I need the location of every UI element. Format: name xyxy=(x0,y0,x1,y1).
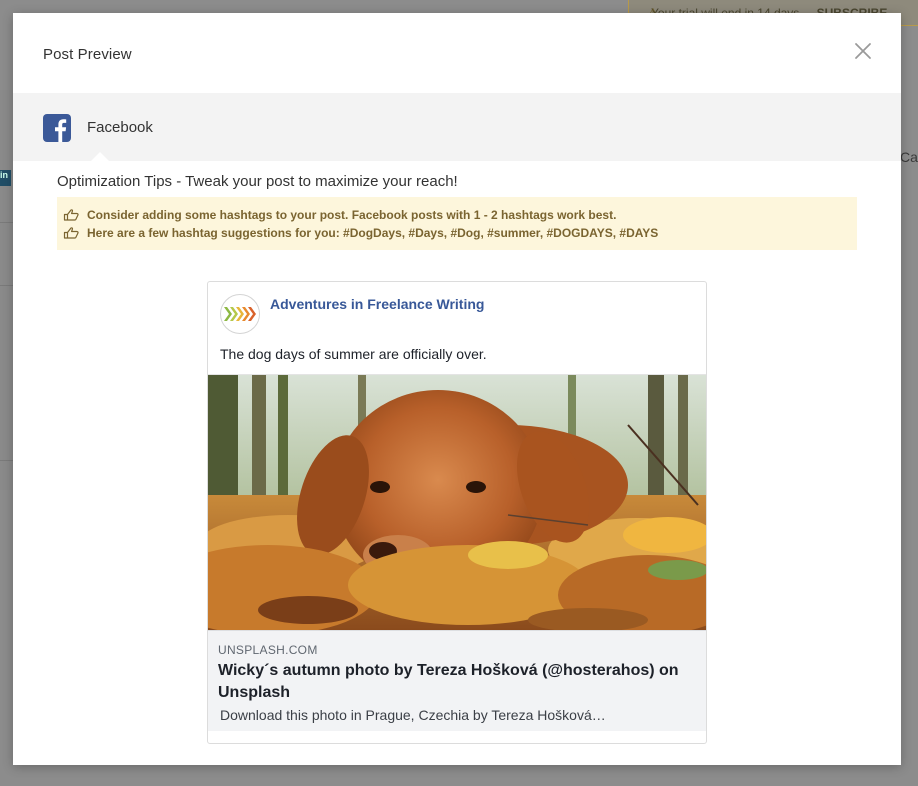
page-name-link[interactable]: Adventures in Freelance Writing xyxy=(270,296,484,312)
background-divider xyxy=(0,460,13,461)
modal-header: Post Preview xyxy=(13,13,901,93)
tip-item: Here are a few hashtag suggestions for y… xyxy=(63,224,857,242)
close-button[interactable] xyxy=(851,39,875,63)
background-divider xyxy=(0,285,13,286)
facebook-icon[interactable] xyxy=(43,114,71,142)
network-tab-bar: Facebook xyxy=(13,93,901,161)
facebook-post-preview: Adventures in Freelance Writing The dog … xyxy=(207,281,707,744)
tip-text: Here are a few hashtag suggestions for y… xyxy=(87,226,659,240)
close-icon xyxy=(855,43,871,59)
linkedin-icon: in xyxy=(0,170,11,186)
tip-text: Consider adding some hashtags to your po… xyxy=(87,208,617,222)
dog-photo xyxy=(208,375,706,631)
thumbs-up-icon xyxy=(63,227,79,239)
link-domain: UNSPLASH.COM xyxy=(218,643,318,657)
background-column-label: Cat xyxy=(900,149,918,165)
thumbs-up-icon xyxy=(63,209,79,221)
link-preview-image[interactable] xyxy=(208,374,706,631)
link-preview-info[interactable]: UNSPLASH.COM Wicky´s autumn photo by Ter… xyxy=(208,630,706,731)
background-divider xyxy=(0,222,13,223)
link-description: Download this photo in Prague, Czechia b… xyxy=(220,707,606,723)
optimization-tips-box: Consider adding some hashtags to your po… xyxy=(57,197,857,250)
optimization-tips-heading: Optimization Tips - Tweak your post to m… xyxy=(57,173,458,190)
background-sidebar xyxy=(0,90,13,490)
post-text: The dog days of summer are officially ov… xyxy=(220,346,487,362)
post-preview-modal: Post Preview Facebook Optimization Tips … xyxy=(13,13,901,765)
network-tab-facebook[interactable]: Facebook xyxy=(87,119,153,136)
active-tab-pointer xyxy=(91,152,109,161)
link-title[interactable]: Wicky´s autumn photo by Tereza Hošková (… xyxy=(218,660,688,704)
page-logo-icon xyxy=(224,307,256,321)
page-avatar xyxy=(220,294,260,334)
tip-item: Consider adding some hashtags to your po… xyxy=(63,206,857,224)
modal-title: Post Preview xyxy=(43,46,132,63)
